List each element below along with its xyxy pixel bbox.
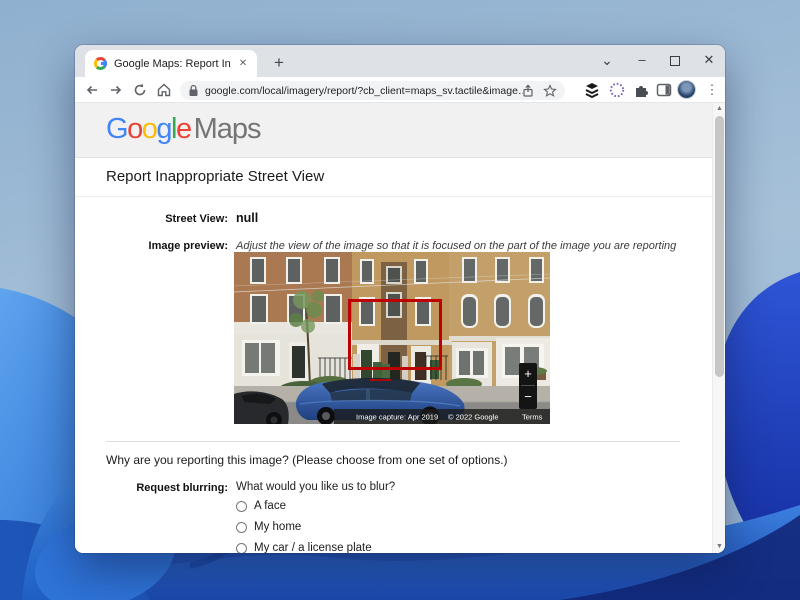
- maximize-button[interactable]: [660, 47, 690, 73]
- street-view-preview[interactable]: Image capture: Apr 2019 © 2022 Google Te…: [234, 252, 550, 424]
- radio-option-my-car[interactable]: My car / a license plate: [236, 542, 372, 553]
- home-icon[interactable]: [155, 81, 173, 99]
- divider: [75, 196, 725, 197]
- selection-marker: [370, 379, 391, 381]
- page-header-band: GoogleMaps: [75, 103, 725, 158]
- radio-input-my-home[interactable]: [236, 522, 247, 533]
- image-copyright: © 2022 Google: [448, 413, 499, 422]
- bookmark-star-icon[interactable]: [543, 84, 557, 98]
- radio-input-a-face[interactable]: [236, 501, 247, 512]
- scroll-up-icon[interactable]: ▲: [713, 103, 725, 115]
- radio-label: My home: [254, 521, 301, 533]
- side-panel-icon[interactable]: [655, 81, 673, 99]
- terms-link[interactable]: Terms: [522, 413, 543, 422]
- minimize-button[interactable]: –: [627, 47, 657, 73]
- scrollbar-thumb[interactable]: [715, 116, 724, 377]
- profile-avatar[interactable]: [677, 80, 696, 99]
- lock-icon: [188, 84, 199, 97]
- page-content: GoogleMaps Report Inappropriate Street V…: [75, 103, 725, 553]
- back-icon[interactable]: [83, 81, 101, 99]
- forward-icon[interactable]: [107, 81, 125, 99]
- browser-window: Google Maps: Report Inappropri ✕ + ⌄ – ✕: [75, 45, 725, 553]
- window-close-button[interactable]: ✕: [694, 47, 724, 73]
- browser-toolbar: google.com/local/imagery/report/?cb_clie…: [75, 77, 725, 103]
- maps-wordmark: Maps: [194, 113, 261, 145]
- radio-label: My car / a license plate: [254, 542, 372, 553]
- new-tab-button[interactable]: +: [267, 52, 291, 74]
- selection-rectangle[interactable]: [348, 299, 442, 370]
- extension-layers-icon[interactable]: [583, 81, 601, 99]
- tab-close-icon[interactable]: ✕: [235, 56, 251, 72]
- google-maps-logo[interactable]: GoogleMaps: [106, 113, 261, 146]
- zoom-out-button[interactable]: −: [519, 386, 537, 408]
- google-favicon-icon: [94, 57, 107, 70]
- street-view-zoom-control: + −: [519, 363, 537, 409]
- radio-input-my-car[interactable]: [236, 543, 247, 554]
- radio-label: A face: [254, 500, 286, 512]
- radio-option-my-home[interactable]: My home: [236, 521, 301, 533]
- radio-option-a-face[interactable]: A face: [236, 500, 286, 512]
- share-icon[interactable]: [521, 84, 535, 98]
- image-preview-label: Image preview:: [75, 240, 228, 252]
- request-blurring-label: Request blurring:: [75, 482, 228, 494]
- zoom-in-button[interactable]: +: [519, 363, 537, 385]
- image-instruction: Adjust the view of the image so that it …: [236, 240, 676, 252]
- address-bar[interactable]: google.com/local/imagery/report/?cb_clie…: [180, 81, 565, 100]
- scroll-down-icon[interactable]: ▼: [713, 541, 725, 553]
- browser-menu-icon[interactable]: ⋮: [704, 79, 720, 101]
- browser-tab[interactable]: Google Maps: Report Inappropri ✕: [85, 50, 257, 77]
- street-view-value: null: [236, 211, 258, 225]
- image-caption-bar: Image capture: Apr 2019 © 2022 Google Te…: [334, 409, 550, 424]
- tab-title: Google Maps: Report Inappropri: [114, 58, 231, 70]
- extensions-puzzle-icon[interactable]: [632, 81, 650, 99]
- street-view-label: Street View:: [75, 213, 228, 225]
- tab-strip: Google Maps: Report Inappropri ✕ + ⌄ – ✕: [75, 45, 725, 77]
- report-question: Why are you reporting this image? (Pleas…: [106, 453, 508, 467]
- extension-dotted-circle-icon[interactable]: [608, 81, 626, 99]
- page-title: Report Inappropriate Street View: [106, 168, 324, 185]
- image-capture-date: Image capture: Apr 2019: [356, 413, 438, 422]
- page-scrollbar[interactable]: ▲ ▼: [712, 103, 725, 553]
- desktop: Google Maps: Report Inappropri ✕ + ⌄ – ✕: [0, 0, 800, 600]
- blur-prompt: What would you like us to blur?: [236, 481, 395, 493]
- reload-icon[interactable]: [131, 81, 149, 99]
- divider: [106, 441, 680, 442]
- tab-search-chevron-icon[interactable]: ⌄: [592, 47, 622, 73]
- url-text: google.com/local/imagery/report/?cb_clie…: [205, 85, 523, 97]
